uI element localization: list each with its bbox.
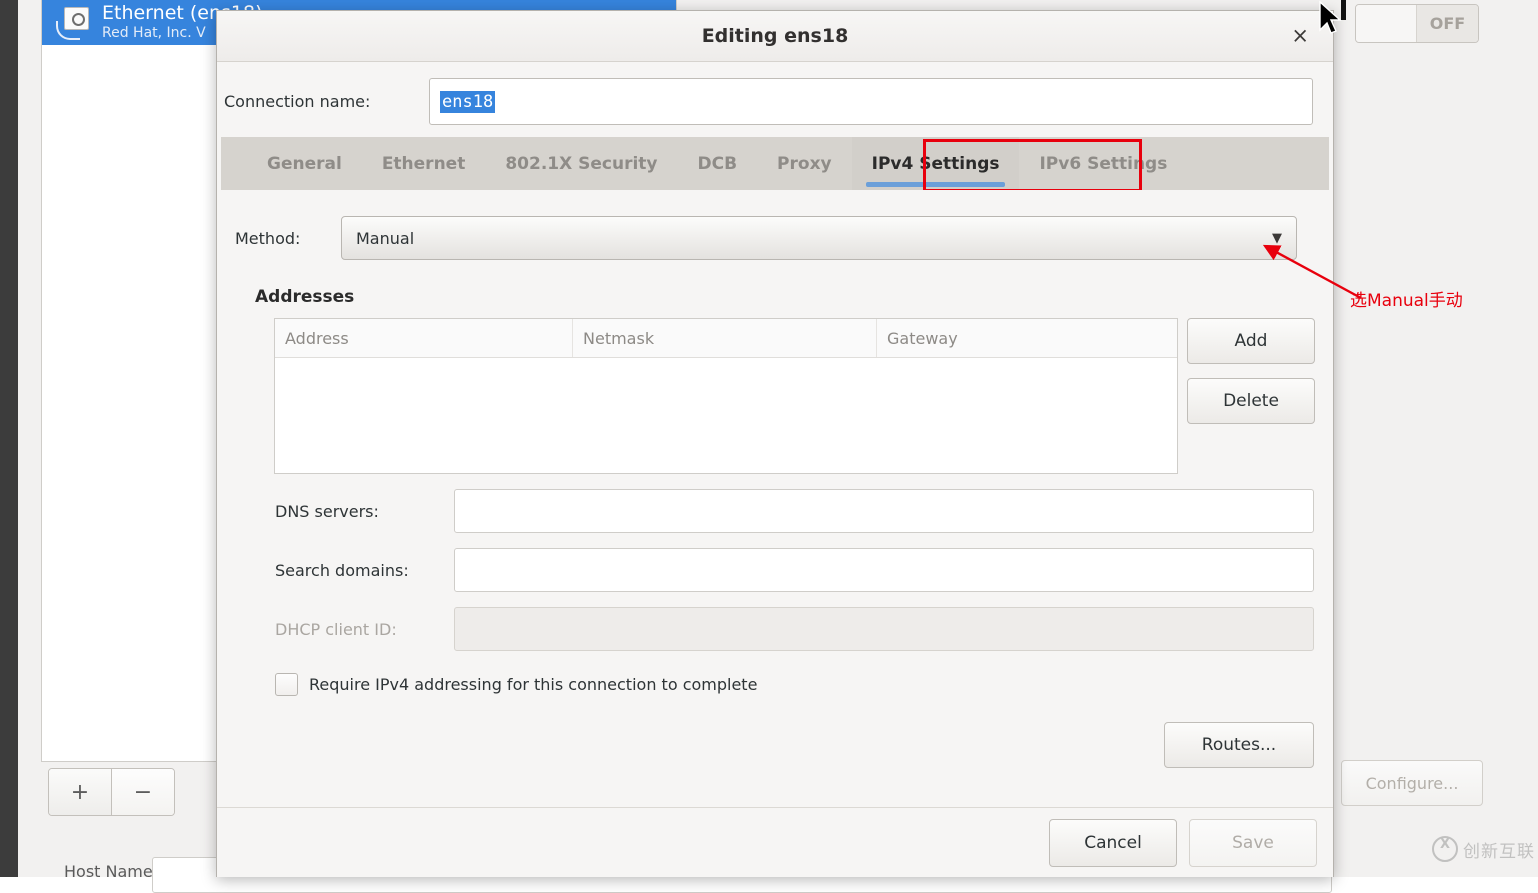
add-address-button[interactable]: Add (1187, 318, 1315, 364)
column-header-address: Address (275, 319, 573, 357)
column-header-gateway: Gateway (887, 328, 958, 348)
ipv4-settings-panel: Method: Manual ▼ Addresses Address Netma… (217, 190, 1333, 850)
tab-general[interactable]: General (247, 137, 362, 190)
tab-8021x-security[interactable]: 802.1X Security (485, 137, 677, 190)
method-dropdown[interactable]: Manual ▼ (341, 216, 1297, 260)
save-button[interactable]: Save (1189, 818, 1317, 867)
toggle-knob (1356, 5, 1417, 42)
dialog-title: Editing ens18 (701, 25, 849, 47)
dns-servers-row: DNS servers: (235, 489, 1315, 533)
method-row: Method: Manual ▼ (235, 190, 1315, 260)
tab-proxy[interactable]: Proxy (757, 137, 852, 190)
connection-name-input[interactable]: ens18 (429, 78, 1313, 125)
dns-servers-input[interactable] (454, 489, 1314, 533)
connection-name-row: Connection name: ens18 (217, 62, 1333, 137)
tab-bar: General Ethernet 802.1X Security DCB Pro… (221, 137, 1329, 192)
configure-button[interactable]: Configure... (1341, 760, 1483, 806)
tab-dcb[interactable]: DCB (678, 137, 758, 190)
watermark: 创新互联 (1432, 836, 1535, 862)
hostname-label: Host Name: (64, 862, 159, 881)
addresses-buttons: Add Delete (1187, 318, 1315, 424)
addresses-area: Address Netmask Gateway Add Delete (235, 318, 1315, 474)
add-connection-button[interactable]: + (49, 769, 111, 815)
cancel-button[interactable]: Cancel (1049, 818, 1177, 867)
search-domains-input[interactable] (454, 548, 1314, 592)
remove-connection-button[interactable]: − (111, 769, 174, 815)
connection-name-label: Connection name: (224, 92, 371, 111)
chevron-down-icon: ▼ (1272, 230, 1282, 246)
connection-toggle-switch[interactable]: OFF (1355, 4, 1479, 43)
annotation-text: 选Manual手动 (1350, 291, 1463, 311)
routes-button[interactable]: Routes... (1164, 722, 1314, 768)
routes-row: Routes... (235, 722, 1315, 768)
addresses-section-title: Addresses (255, 287, 355, 307)
watermark-text: 创新互联 (1463, 841, 1535, 862)
desktop-edge (0, 0, 18, 877)
tab-ethernet[interactable]: Ethernet (362, 137, 486, 190)
tab-ipv4-settings[interactable]: IPv4 Settings (851, 137, 1020, 190)
add-remove-connection-group: + − (48, 768, 175, 816)
method-value: Manual (356, 228, 415, 248)
dhcp-client-id-input (454, 607, 1314, 651)
addresses-table-body[interactable] (275, 358, 1177, 473)
toggle-state-label: OFF (1417, 5, 1478, 42)
dialog-footer: Cancel Save (217, 807, 1333, 877)
delete-address-button[interactable]: Delete (1187, 378, 1315, 424)
close-icon[interactable]: × (1285, 22, 1315, 51)
require-ipv4-label: Require IPv4 addressing for this connect… (309, 675, 758, 694)
watermark-logo-icon (1432, 836, 1458, 862)
dhcp-client-id-row: DHCP client ID: (235, 607, 1315, 651)
ethernet-icon (56, 6, 90, 40)
require-ipv4-row: Require IPv4 addressing for this connect… (235, 673, 1315, 696)
method-label: Method: (235, 228, 301, 248)
search-domains-label: Search domains: (275, 560, 409, 580)
require-ipv4-checkbox[interactable] (275, 673, 298, 696)
addresses-table[interactable]: Address Netmask Gateway (274, 318, 1178, 474)
dhcp-client-id-label: DHCP client ID: (275, 619, 397, 639)
tab-ipv6-settings[interactable]: IPv6 Settings (1019, 137, 1187, 190)
connection-name-value: ens18 (440, 90, 496, 113)
editing-connection-dialog: Editing ens18 × Connection name: ens18 G… (216, 10, 1334, 877)
search-domains-row: Search domains: (235, 548, 1315, 592)
column-header-netmask: Netmask (573, 319, 877, 357)
dns-servers-label: DNS servers: (275, 501, 379, 521)
addresses-table-header: Address Netmask Gateway (275, 319, 1177, 358)
dialog-titlebar: Editing ens18 × (217, 11, 1333, 62)
